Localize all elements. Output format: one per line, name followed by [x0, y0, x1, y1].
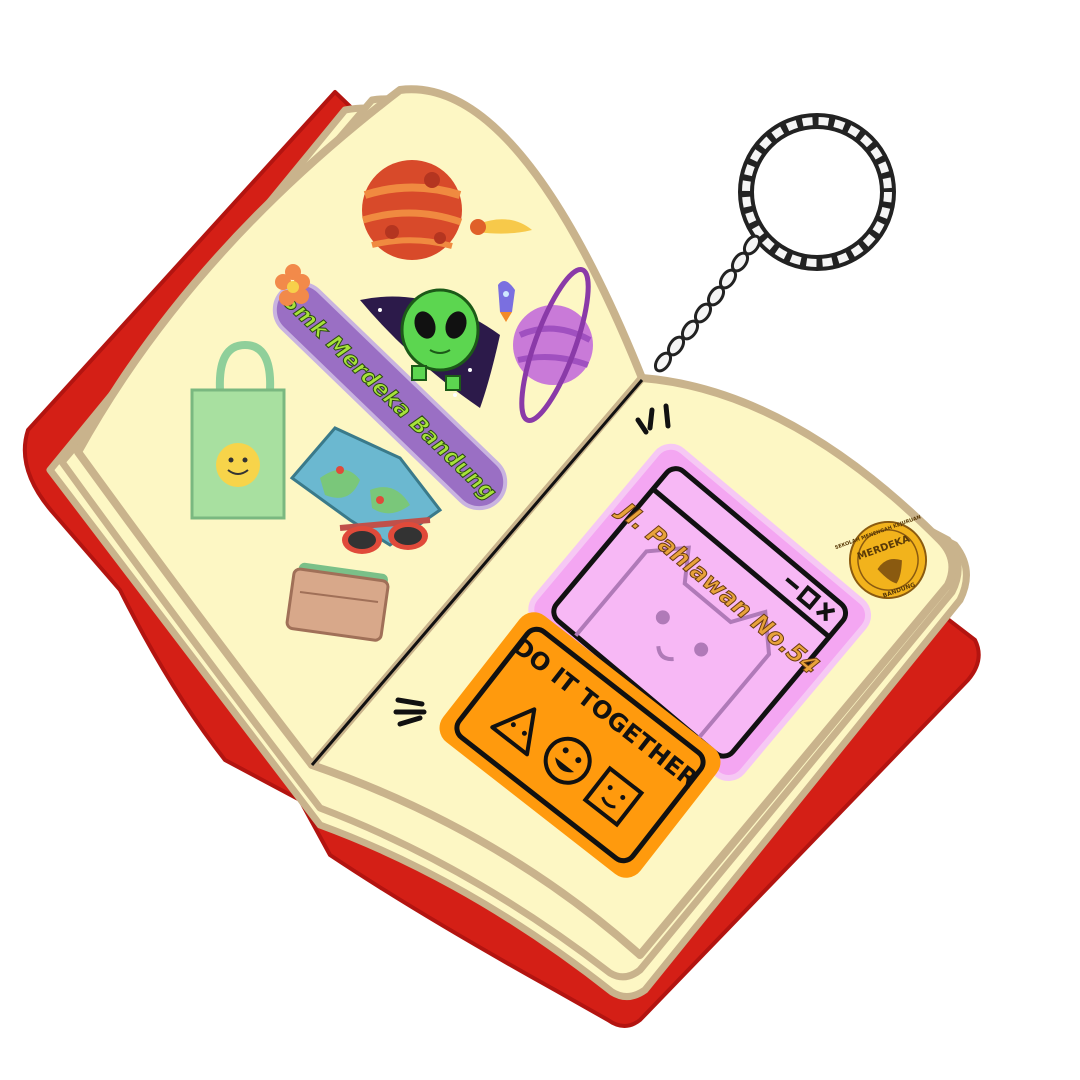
keychain-ring-icon: [653, 113, 896, 373]
open-book-illustration: Smk Merdeka Bandung Jl. Pahlawan No.54 D…: [22, 85, 981, 1028]
wallet-icon: [285, 562, 390, 642]
red-planet-icon: [361, 160, 463, 260]
